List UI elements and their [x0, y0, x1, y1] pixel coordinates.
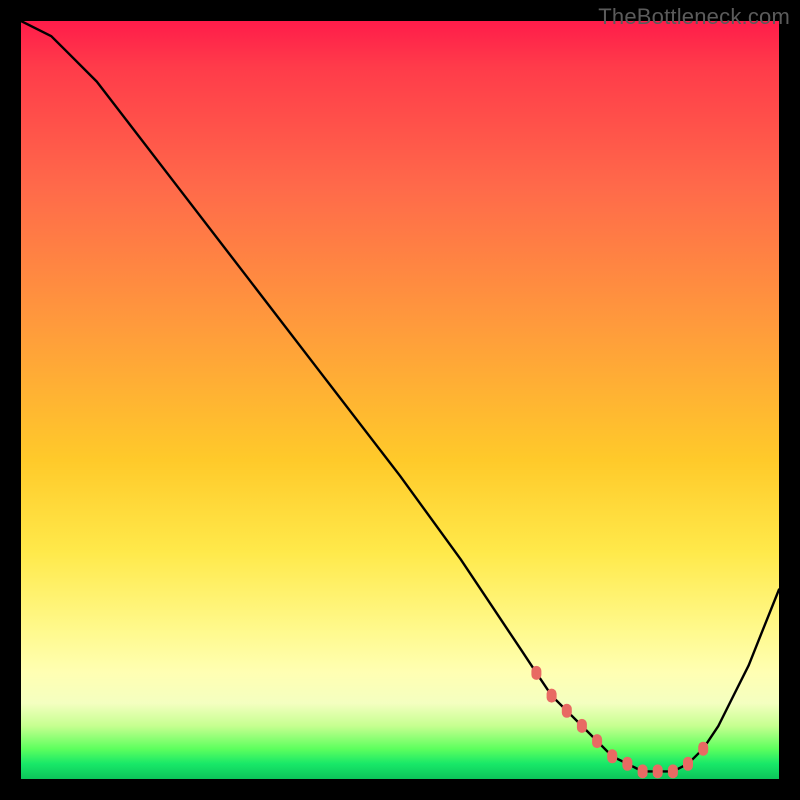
chart-stage: TheBottleneck.com	[0, 0, 800, 800]
optimal-marker	[653, 764, 663, 778]
optimal-marker	[638, 764, 648, 778]
optimal-marker	[531, 666, 541, 680]
bottleneck-curve	[21, 21, 779, 771]
chart-svg	[21, 21, 779, 779]
optimal-marker	[562, 704, 572, 718]
optimal-marker	[547, 689, 557, 703]
optimal-marker	[668, 764, 678, 778]
optimal-marker	[607, 749, 617, 763]
optimal-marker	[622, 757, 632, 771]
watermark-label: TheBottleneck.com	[598, 4, 790, 30]
optimal-marker	[577, 719, 587, 733]
optimal-range-markers	[531, 666, 708, 779]
optimal-marker	[683, 757, 693, 771]
optimal-marker	[698, 742, 708, 756]
optimal-marker	[592, 734, 602, 748]
